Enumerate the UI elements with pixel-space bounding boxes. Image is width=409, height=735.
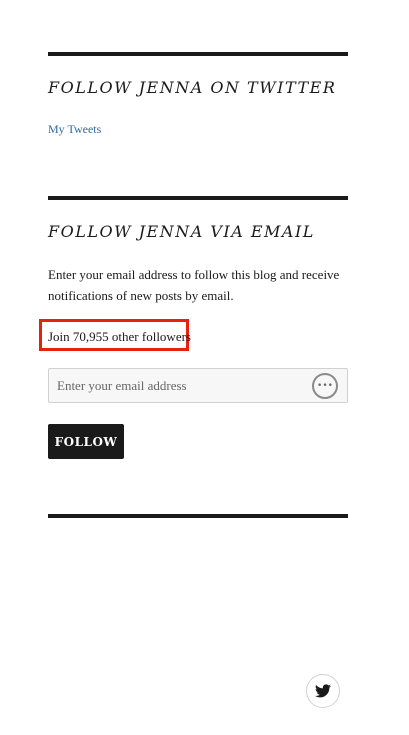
twitter-widget-top-rule [48,52,348,56]
more-dots-icon[interactable]: ••• [312,373,338,399]
email-widget-description: Enter your email address to follow this … [48,267,340,303]
email-widget-title: FOLLOW JENNA VIA EMAIL [48,222,315,241]
email-widget-top-rule [48,196,348,200]
twitter-social-link[interactable] [306,674,340,708]
followers-count: Join 70,955 other followers [48,329,191,344]
follow-button[interactable]: FOLLOW [48,424,124,459]
email-input[interactable] [48,368,348,403]
my-tweets-link[interactable]: My Tweets [48,122,101,137]
twitter-widget-title: FOLLOW JENNA ON TWITTER [48,78,337,97]
twitter-icon [315,684,331,698]
bottom-rule [48,514,348,518]
